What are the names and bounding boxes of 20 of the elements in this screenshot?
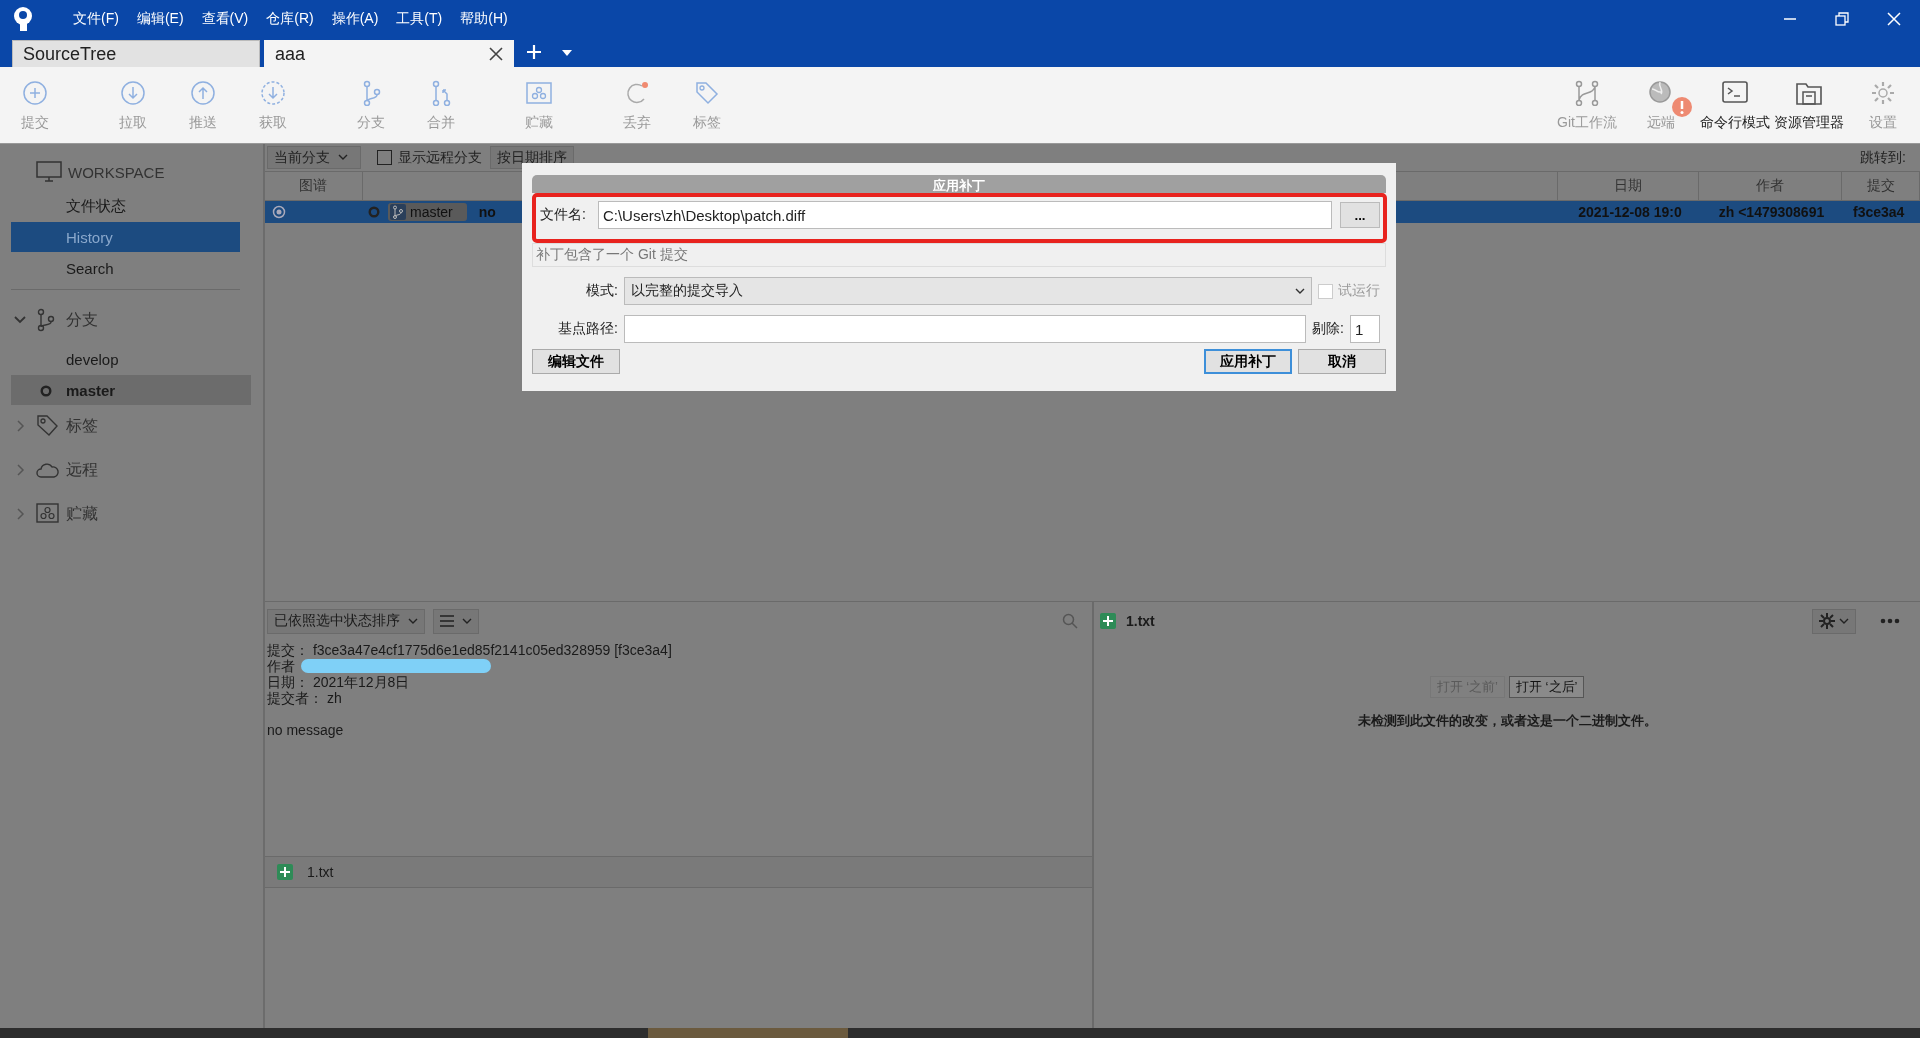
commit-message: no message [267, 722, 345, 738]
commit-message: no [478, 204, 496, 220]
commit-detail: 日期： 2021年12月8日 [267, 674, 410, 690]
patch-info-text: 补丁包含了一个 Git 提交 [532, 243, 1386, 267]
commit-detail: 作者 [267, 658, 295, 674]
commit-detail: 提交者： zh [267, 690, 342, 706]
branch-label: master [388, 203, 467, 221]
field-label: 文件名: [540, 206, 586, 224]
file-name: 1.txt [1126, 613, 1155, 629]
jump-label: 跳转到: [1860, 148, 1907, 167]
commit-detail: 提交： f3ce3a47e4cf1775d6e1ed85f2141c05ed328959 [f3ce3a4] [267, 642, 672, 658]
field-label: 剔除: [1312, 320, 1344, 338]
no-changes-message: 未检测到此文件的改变，或者这是一个二进制文件。 [1357, 712, 1657, 730]
dialog-title: 应用补丁 [532, 175, 1386, 193]
field-label: 模式: [585, 282, 618, 300]
field-label: 基点路径: [557, 320, 618, 338]
table-cell-text: 2021-12-08 19:0 [1577, 203, 1683, 222]
table-cell-text: zh <1479308691 [1717, 203, 1826, 222]
table-cell-text: f3ce3a4 [1852, 203, 1906, 222]
section-header: WORKSPACE [68, 163, 165, 181]
